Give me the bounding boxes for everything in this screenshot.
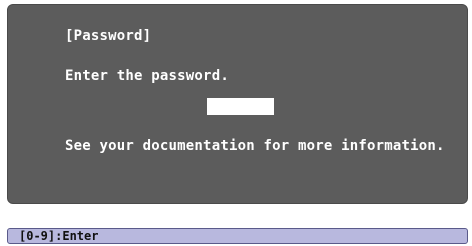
- key-hint-text: [0-9]:Enter: [19, 229, 99, 243]
- dialog-title: [Password]: [65, 28, 152, 44]
- documentation-info: See your documentation for more informat…: [65, 138, 445, 154]
- password-input[interactable]: [207, 98, 274, 115]
- password-dialog: [Password] Enter the password. See your …: [7, 4, 468, 204]
- key-hint-bar: [0-9]:Enter: [7, 228, 468, 244]
- password-prompt: Enter the password.: [65, 68, 229, 84]
